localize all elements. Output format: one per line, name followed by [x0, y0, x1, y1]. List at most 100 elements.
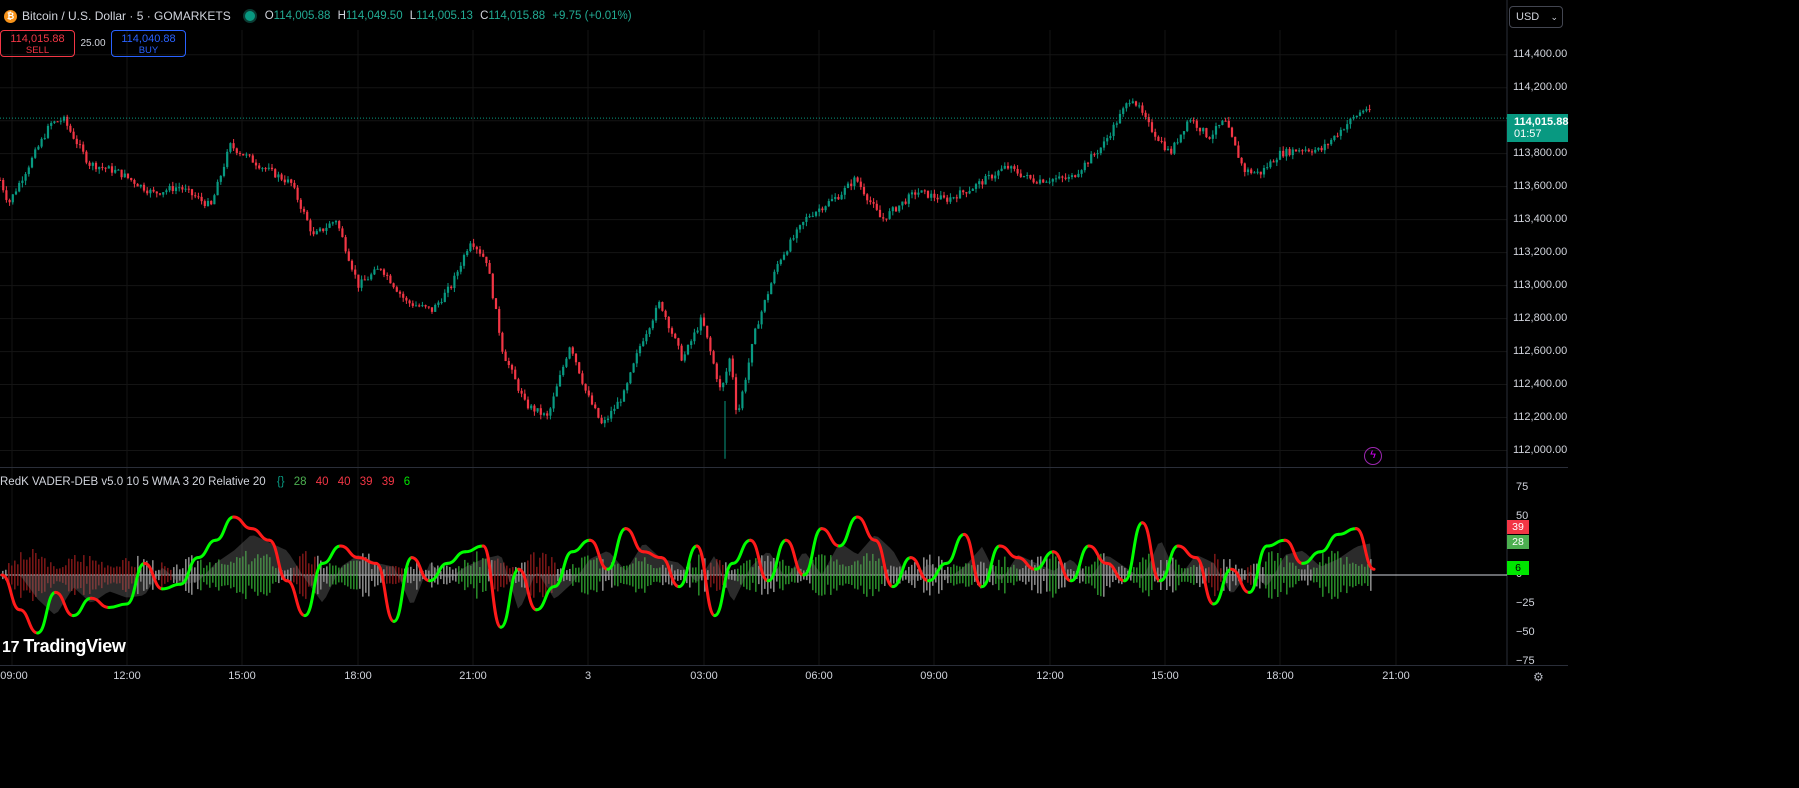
candle	[21, 180, 24, 183]
candle	[366, 279, 370, 281]
time-tick: 09:00	[0, 670, 28, 682]
candle	[46, 125, 50, 138]
candle	[920, 190, 923, 193]
candle	[373, 269, 376, 275]
candle	[667, 317, 670, 329]
time-tick: 21:00	[1382, 670, 1410, 682]
tradingview-logo[interactable]: 17 TradingView	[2, 636, 126, 657]
candle	[258, 165, 261, 169]
candle	[683, 354, 686, 361]
candle	[1192, 120, 1195, 122]
candle	[507, 360, 510, 366]
price-tick: 112,000.00	[1513, 443, 1568, 456]
candle	[1134, 101, 1138, 106]
tradingview-icon: 17	[2, 639, 20, 656]
candle	[251, 155, 254, 163]
market-status-icon[interactable]	[244, 11, 255, 21]
candle	[590, 395, 594, 405]
chart-canvas[interactable]	[0, 0, 1568, 687]
candle	[734, 377, 738, 410]
candle	[248, 154, 251, 156]
signal-line	[18, 608, 40, 635]
candle	[1064, 177, 1067, 179]
candle	[987, 175, 990, 177]
candle	[1339, 129, 1342, 136]
candle	[1195, 120, 1198, 128]
candle	[712, 351, 715, 364]
candle	[981, 181, 984, 185]
candle	[869, 200, 872, 203]
candle	[1118, 113, 1122, 124]
candle	[306, 211, 309, 221]
candle	[965, 192, 968, 194]
candle	[1102, 141, 1106, 148]
candle	[101, 166, 104, 168]
candle	[1160, 140, 1163, 142]
candle	[1176, 142, 1179, 144]
candle	[984, 176, 987, 185]
candle	[174, 187, 178, 192]
candle	[568, 347, 571, 359]
candle	[1035, 182, 1038, 184]
buy-button[interactable]: 114,040.88 BUY	[111, 30, 186, 57]
symbol-title[interactable]: Bitcoin / U.S. Dollar · 5 · GOMARKETS	[22, 9, 231, 23]
candle	[267, 167, 270, 169]
candle	[334, 221, 338, 223]
candle	[360, 279, 363, 288]
indicator-name[interactable]: RedK VADER-DEB v5.0 10 5 WMA 3 20 Relati…	[0, 476, 266, 488]
candle	[805, 216, 808, 222]
spread-value: 25.00	[80, 38, 106, 49]
candle	[565, 358, 568, 367]
candle	[114, 169, 117, 173]
candle	[814, 211, 818, 216]
indicator-tag-green: 28	[1507, 535, 1529, 549]
indicator-value: 39	[381, 476, 395, 488]
indicator-value: 40	[337, 476, 351, 488]
candle	[626, 383, 629, 391]
candle	[1211, 134, 1214, 139]
candle	[206, 201, 210, 207]
candle	[530, 405, 533, 409]
candle	[571, 347, 574, 354]
candle	[885, 218, 888, 220]
candle	[286, 179, 290, 183]
source-code-icon[interactable]: {}	[277, 476, 285, 488]
candle	[1349, 118, 1352, 125]
candle	[1243, 163, 1246, 173]
candle	[187, 188, 190, 190]
candle	[1013, 166, 1016, 169]
candle	[376, 268, 379, 270]
candle	[1026, 175, 1029, 177]
settings-icon[interactable]: ⚙	[1533, 670, 1544, 684]
candle	[1042, 179, 1045, 183]
sell-button[interactable]: 114,015.88 SELL	[0, 30, 75, 57]
price-tick: 114,200.00	[1513, 80, 1568, 93]
candle	[75, 138, 78, 145]
candle	[168, 186, 171, 191]
candle	[1355, 115, 1358, 117]
candle	[1067, 177, 1070, 179]
candle	[1038, 179, 1042, 184]
candle	[456, 271, 459, 276]
histogram-bar	[14, 560, 16, 590]
lightning-icon[interactable]: ϟ	[1364, 447, 1382, 465]
price-tick: 113,400.00	[1513, 212, 1568, 225]
candle	[418, 305, 421, 307]
currency-select[interactable]: USD ⌄	[1509, 6, 1563, 28]
candle	[1051, 179, 1054, 182]
candle	[616, 401, 619, 409]
candle	[1253, 172, 1256, 174]
candle	[782, 254, 786, 260]
candle	[485, 256, 488, 264]
candle	[754, 328, 757, 345]
candle	[635, 353, 638, 364]
candle	[1320, 147, 1323, 151]
candle	[837, 196, 840, 200]
candle	[722, 382, 725, 388]
time-tick: 12:00	[113, 670, 141, 682]
candle	[82, 144, 85, 152]
time-tick: 09:00	[920, 670, 948, 682]
candle	[693, 332, 696, 342]
candle	[1000, 168, 1003, 171]
candle	[69, 125, 72, 132]
